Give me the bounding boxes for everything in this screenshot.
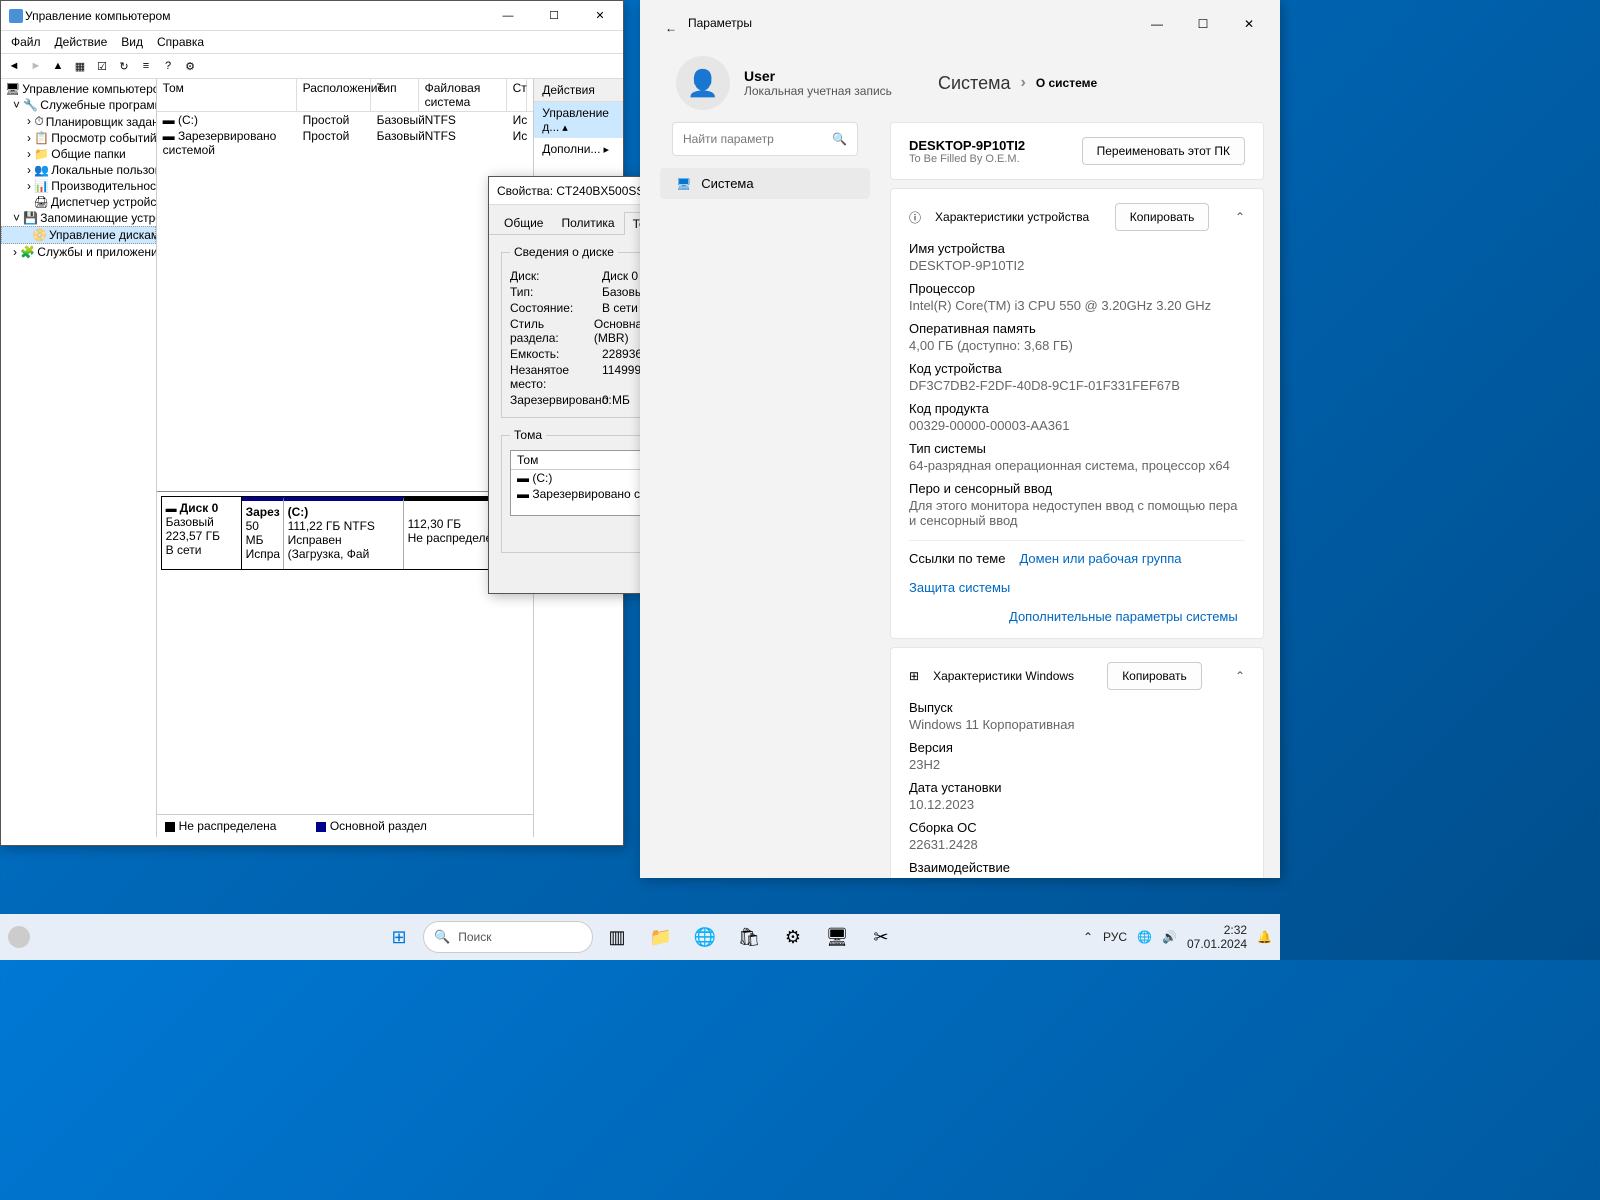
breadcrumb: Система › О системе xyxy=(938,73,1097,94)
tray-chevron-icon[interactable]: ⌃ xyxy=(1083,930,1093,944)
actions-header: Действия xyxy=(534,79,623,102)
app-icon xyxy=(9,9,23,23)
compmgmt-icon[interactable]: 🖥 xyxy=(817,917,857,957)
refresh-icon[interactable]: ↻ xyxy=(113,56,135,76)
settings-app-title: Параметры xyxy=(688,16,734,30)
device-specs-card: ⓘ Характеристики устройства Копировать ⌃… xyxy=(890,188,1264,639)
store-icon[interactable]: 🛍 xyxy=(729,917,769,957)
search-input[interactable]: Найти параметр 🔍 xyxy=(672,122,858,156)
cm-titlebar[interactable]: Управление компьютером — ☐ ✕ xyxy=(1,1,623,31)
device-card: DESKTOP-9P10TI2 To Be Filled By O.E.M. П… xyxy=(890,122,1264,180)
taskbar-search[interactable]: 🔍 Поиск xyxy=(423,921,593,953)
folder-icon[interactable]: ▦ xyxy=(69,56,91,76)
system-icon: 🖥 xyxy=(676,177,691,191)
menu-help[interactable]: Справка xyxy=(151,33,210,51)
maximize-button[interactable]: ☐ xyxy=(531,1,577,31)
disk-0-info[interactable]: ▬ Диск 0 Базовый 223,57 ГБ В сети xyxy=(162,497,242,569)
forward-icon[interactable]: ► xyxy=(25,56,47,76)
help-icon[interactable]: ? xyxy=(157,56,179,76)
back-icon[interactable]: ◄ xyxy=(3,56,25,76)
link-sysprotect[interactable]: Защита системы xyxy=(909,580,1010,595)
copy-specs-button[interactable]: Копировать xyxy=(1115,203,1210,231)
sidebar-item-system[interactable]: 🖥 Система xyxy=(660,168,870,199)
partition-c[interactable]: (C:)111,22 ГБ NTFSИсправен (Загрузка, Фа… xyxy=(284,497,404,569)
col-status[interactable]: Ст xyxy=(507,79,527,111)
link-advanced[interactable]: Дополнительные параметры системы xyxy=(1009,609,1238,624)
tree-disk-management[interactable]: 📀 Управление дисками xyxy=(1,226,156,244)
tree-local-users[interactable]: › 👥 Локальные пользова xyxy=(1,162,156,178)
cm-tree[interactable]: 🖥Управление компьютером (л ˅ 🔧 Служебные… xyxy=(1,79,157,837)
explorer-icon[interactable]: 📁 xyxy=(641,917,681,957)
tree-event-viewer[interactable]: › 📋 Просмотр событий xyxy=(1,130,156,146)
disk-map: ▬ Диск 0 Базовый 223,57 ГБ В сети Зарез5… xyxy=(157,492,534,578)
menu-action[interactable]: Действие xyxy=(49,33,114,51)
chevron-up-icon[interactable]: ⌃ xyxy=(1235,210,1245,224)
cm-toolbar: ◄ ► ▲ ▦ ☑ ↻ ≡ ? ⚙ xyxy=(1,53,623,79)
windows-specs-card: ⊞ Характеристики Windows Копировать ⌃ Вы… xyxy=(890,647,1264,878)
menu-file[interactable]: Файл xyxy=(5,33,47,51)
menu-view[interactable]: Вид xyxy=(115,33,149,51)
cm-menubar: Файл Действие Вид Справка xyxy=(1,31,623,53)
tree-system-tools[interactable]: ˅ 🔧 Служебные программы xyxy=(1,97,156,113)
search-icon: 🔍 xyxy=(832,132,847,146)
system-tray: ⌃ РУС 🌐 🔊 2:3207.01.2024 🔔 xyxy=(1083,923,1272,952)
volume-list[interactable]: ▬ (C:) Простой Базовый NTFS Ис ▬ Зарезер… xyxy=(157,112,534,492)
tab-policy[interactable]: Политика xyxy=(552,211,623,234)
props-icon[interactable]: ☑ xyxy=(91,56,113,76)
crumb-about: О системе xyxy=(1036,76,1097,90)
tray-clock[interactable]: 2:3207.01.2024 xyxy=(1187,923,1247,952)
tray-lang[interactable]: РУС xyxy=(1103,930,1127,944)
tree-root[interactable]: 🖥Управление компьютером (л xyxy=(1,81,156,97)
volume-row[interactable]: ▬ (C:) Простой Базовый NTFS Ис xyxy=(157,112,534,128)
tree-task-scheduler[interactable]: › ⏱ Планировщик заданий xyxy=(1,113,156,130)
minimize-button[interactable]: — xyxy=(1134,17,1180,31)
user-block: User Локальная учетная запись xyxy=(744,68,924,98)
volume-list-header: Том Расположение Тип Файловая система Ст xyxy=(157,79,534,112)
rename-pc-button[interactable]: Переименовать этот ПК xyxy=(1082,137,1245,165)
crumb-system[interactable]: Система xyxy=(938,73,1011,94)
windows-icon: ⊞ xyxy=(909,669,919,683)
tray-notifications-icon[interactable]: 🔔 xyxy=(1257,930,1272,944)
tree-device-manager[interactable]: 🖨 Диспетчер устройст xyxy=(1,194,156,210)
col-fs[interactable]: Файловая система xyxy=(419,79,507,111)
chevron-up-icon[interactable]: ⌃ xyxy=(1235,669,1245,683)
actions-diskmgmt[interactable]: Управление д... ▴ xyxy=(534,102,623,138)
close-button[interactable]: ✕ xyxy=(1226,17,1272,31)
volume-row[interactable]: ▬ Зарезервировано системой Простой Базов… xyxy=(157,128,534,158)
settings-window: ← Параметры — ☐ ✕ 👤 User Локальная учетн… xyxy=(640,0,1280,878)
disk-0-row: ▬ Диск 0 Базовый 223,57 ГБ В сети Зарез5… xyxy=(161,496,530,570)
up-icon[interactable]: ▲ xyxy=(47,56,69,76)
settings-icon[interactable]: ⚙ xyxy=(179,56,201,76)
close-button[interactable]: ✕ xyxy=(577,1,623,31)
actions-more[interactable]: Дополни... ▸ xyxy=(534,138,623,160)
edge-icon[interactable]: 🌐 xyxy=(685,917,725,957)
weather-icon[interactable] xyxy=(8,926,30,948)
user-avatar[interactable]: 👤 xyxy=(676,56,730,110)
disk-legend: Не распределена Основной раздел xyxy=(157,814,534,837)
tree-shared-folders[interactable]: › 📁 Общие папки xyxy=(1,146,156,162)
tab-general[interactable]: Общие xyxy=(495,211,552,234)
start-button[interactable]: ⊞ xyxy=(379,917,419,957)
snip-icon[interactable]: ✂ xyxy=(861,917,901,957)
col-layout[interactable]: Расположение xyxy=(297,79,371,111)
taskview-icon[interactable]: ▥ xyxy=(597,917,637,957)
col-type[interactable]: Тип xyxy=(371,79,419,111)
tree-services-apps[interactable]: › 🧩 Службы и приложения xyxy=(1,244,156,260)
info-icon: ⓘ xyxy=(909,209,921,226)
list-icon[interactable]: ≡ xyxy=(135,56,157,76)
link-domain[interactable]: Домен или рабочая группа xyxy=(1019,551,1181,566)
col-tom[interactable]: Том xyxy=(157,79,297,111)
maximize-button[interactable]: ☐ xyxy=(1180,17,1226,31)
tray-network-icon[interactable]: 🌐 xyxy=(1137,930,1152,944)
copy-winspecs-button[interactable]: Копировать xyxy=(1107,662,1202,690)
taskbar: ⊞ 🔍 Поиск ▥ 📁 🌐 🛍 ⚙ 🖥 ✂ ⌃ РУС 🌐 🔊 2:3207… xyxy=(0,914,1280,960)
tray-volume-icon[interactable]: 🔊 xyxy=(1162,930,1177,944)
tree-storage[interactable]: ˅ 💾 Запоминающие устройс xyxy=(1,210,156,226)
settings-icon[interactable]: ⚙ xyxy=(773,917,813,957)
minimize-button[interactable]: — xyxy=(485,1,531,31)
tree-performance[interactable]: › 📊 Производительност xyxy=(1,178,156,194)
settings-titlebar[interactable]: ← Параметры — ☐ ✕ xyxy=(640,0,1280,48)
cm-title: Управление компьютером xyxy=(25,9,485,23)
partition-reserved[interactable]: Зарез50 МБИспра xyxy=(242,497,284,569)
